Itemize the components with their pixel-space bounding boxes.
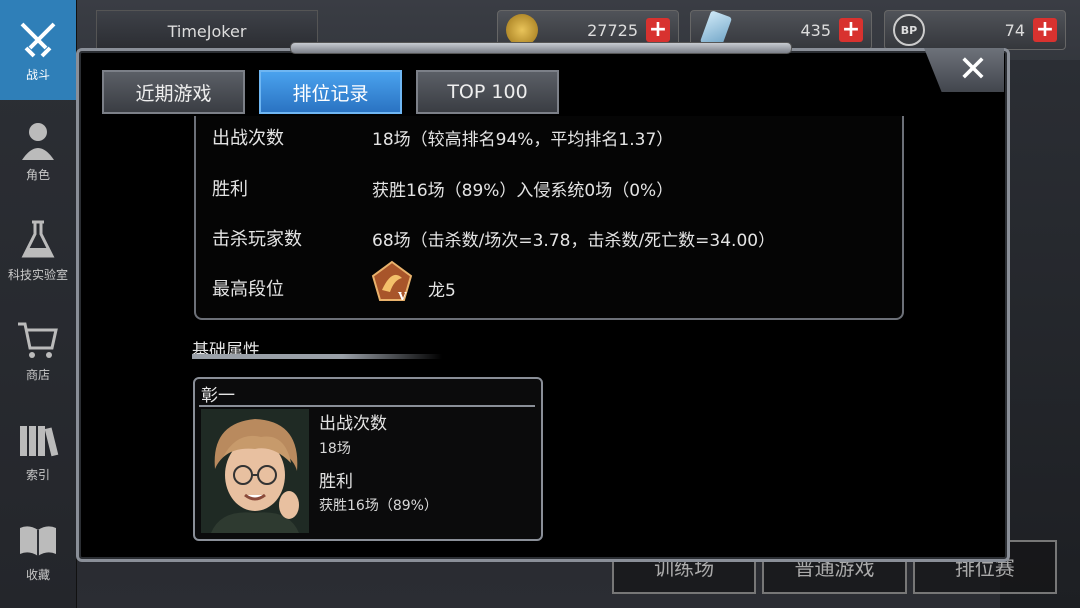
highest-rank-label: 最高段位 — [212, 279, 284, 300]
flask-icon — [21, 220, 55, 257]
nav-label: 商店 — [25, 367, 50, 382]
matches-value: 18场（较高排名94%，平均排名1.37） — [372, 130, 674, 150]
nav-label: 科技实验室 — [7, 267, 68, 282]
card-matches-label: 出战次数 — [319, 414, 387, 434]
dragon-rank-badge-icon: V — [371, 260, 413, 303]
dialog-handle — [290, 42, 792, 54]
rank-tier-label: V — [397, 290, 407, 303]
left-nav: 战斗 角色 科技实验室 商店 索引 收藏 — [0, 0, 77, 608]
nav-label: 收藏 — [25, 567, 50, 582]
character-stat-card: 彰一 出战次数 18场 胜利 获胜16场（89%） — [193, 377, 543, 541]
nav-label: 战斗 — [25, 67, 50, 82]
bp-currency: BP 74 + — [884, 10, 1066, 50]
bp-paw-icon: BP — [893, 14, 925, 46]
card-wins-value: 获胜16场（89%） — [319, 498, 438, 514]
section-underline — [192, 354, 442, 359]
wins-label: 胜利 — [212, 179, 248, 200]
tab-ranked-record[interactable]: 排位记录 — [259, 70, 402, 114]
tab-recent-games[interactable]: 近期游戏 — [102, 70, 245, 114]
kills-label: 击杀玩家数 — [212, 229, 302, 250]
crystal-value: 435 — [800, 20, 831, 40]
kills-value: 68场（击杀数/场次=3.78，击杀数/死亡数=34.00） — [372, 231, 776, 251]
bp-value: 74 — [1004, 20, 1025, 40]
add-crystal-button[interactable]: + — [839, 18, 863, 42]
add-gold-button[interactable]: + — [646, 18, 670, 42]
swords-icon — [20, 22, 56, 57]
books-icon — [20, 425, 59, 456]
character-portrait-image — [201, 409, 309, 533]
matches-label: 出战次数 — [212, 128, 284, 149]
highest-rank-value: 龙5 — [428, 281, 456, 301]
character-portrait — [201, 409, 309, 533]
right-side-panel — [1000, 60, 1080, 608]
open-book-icon — [20, 525, 56, 556]
nav-item-collection[interactable]: 收藏 — [0, 500, 76, 600]
nav-label: 索引 — [25, 467, 50, 482]
gold-value: 27725 — [587, 20, 638, 40]
tab-top-100[interactable]: TOP 100 — [416, 70, 559, 114]
nav-item-shop[interactable]: 商店 — [0, 300, 76, 400]
add-bp-button[interactable]: + — [1033, 18, 1057, 42]
character-name: 彰一 — [201, 386, 235, 406]
nav-item-battle[interactable]: 战斗 — [0, 0, 76, 100]
card-matches-value: 18场 — [319, 441, 351, 457]
wins-value: 获胜16场（89%）入侵系统0场（0%） — [372, 181, 674, 201]
character-icon — [22, 122, 54, 160]
ranked-stats-panel: 出战次数 18场（较高排名94%，平均排名1.37） 胜利 获胜16场（89%）… — [194, 116, 904, 320]
close-icon: ✕ — [957, 49, 988, 90]
card-wins-label: 胜利 — [319, 472, 353, 492]
nav-item-tech-lab[interactable]: 科技实验室 — [0, 200, 76, 300]
nav-item-index[interactable]: 索引 — [0, 400, 76, 500]
player-name: TimeJoker — [96, 10, 318, 52]
nav-label: 角色 — [25, 167, 50, 182]
cart-icon — [18, 322, 58, 358]
nav-item-character[interactable]: 角色 — [0, 100, 76, 200]
divider — [199, 405, 535, 407]
